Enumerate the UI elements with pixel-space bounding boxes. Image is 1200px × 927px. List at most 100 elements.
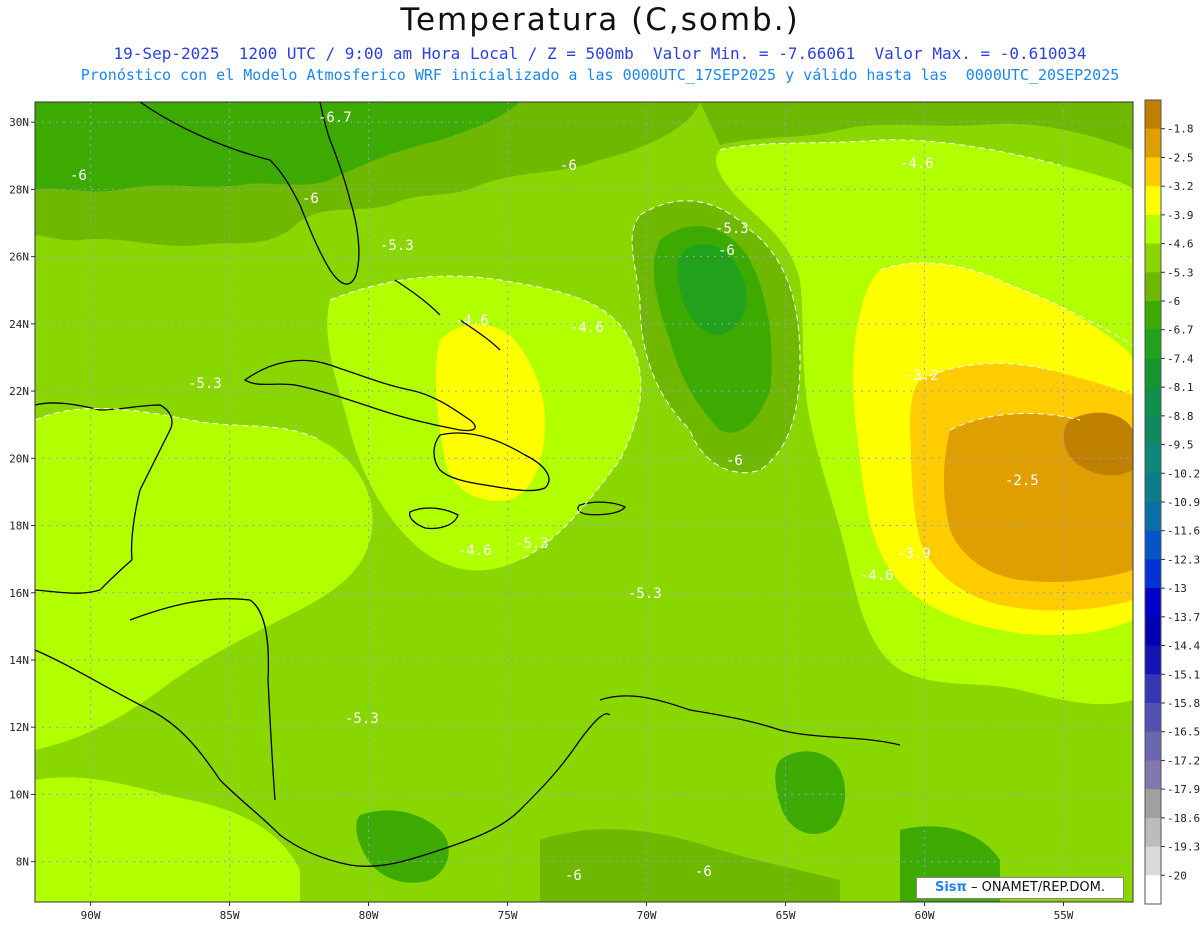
contour-label: -5.3 — [515, 536, 549, 552]
contour-label: -4.6 — [455, 313, 489, 329]
lon-label: 75W — [498, 909, 518, 922]
lat-label: 22N — [9, 385, 29, 398]
colorbar-label: -6.7 — [1167, 324, 1194, 337]
colorbar-label: -14.4 — [1167, 640, 1200, 653]
contour-label: -6 — [565, 868, 582, 884]
colorbar-swatch — [1145, 846, 1161, 876]
colorbar-swatch — [1145, 530, 1161, 560]
colorbar-swatch — [1145, 875, 1161, 905]
lat-label: 28N — [9, 183, 29, 196]
contour-label: -6 — [70, 168, 87, 184]
colorbar-swatch — [1145, 128, 1161, 158]
colorbar-label: -10.2 — [1167, 467, 1200, 480]
lat-label: 10N — [9, 788, 29, 801]
contour-label: -4.6 — [570, 320, 604, 336]
contour-label: -5.3 — [628, 586, 662, 602]
lat-label: 26N — [9, 251, 29, 264]
colorbar-swatch — [1145, 473, 1161, 503]
colorbar-label: -8.1 — [1167, 381, 1194, 394]
colorbar-swatch — [1145, 100, 1161, 130]
colorbar-label: -2.5 — [1167, 151, 1194, 164]
lon-label: 65W — [776, 909, 796, 922]
contour-label: -6 — [718, 243, 735, 259]
contour-label: -5.3 — [188, 376, 222, 392]
temperature-map: -6.7 -6 -6 -6 -4.6 -5.3 -6 -5.3 -4.6 -4.6 -5.3 -3.2… — [9, 99, 1200, 922]
colorbar-swatch — [1145, 358, 1161, 388]
colorbar-label: -17.9 — [1167, 783, 1200, 796]
colorbar-swatch — [1145, 272, 1161, 302]
colorbar-swatch — [1145, 645, 1161, 675]
lat-label: 18N — [9, 520, 29, 533]
lon-label: 90W — [81, 909, 101, 922]
colorbar-swatch — [1145, 329, 1161, 359]
contour-label: -5.3 — [715, 221, 749, 237]
lat-label: 16N — [9, 587, 29, 600]
sispi-logo: Sisπ — [934, 880, 967, 895]
colorbar: -1.8 -2.5 -3.2 -3.9 -4.6 -5.3 -6 -6.7 -7.4 -8.1 -8… — [1144, 99, 1200, 905]
temperature-field — [35, 102, 1133, 902]
colorbar-swatch — [1145, 243, 1161, 273]
colorbar-label: -12.3 — [1167, 553, 1200, 566]
colorbar-label: -18.6 — [1167, 812, 1200, 825]
lat-label: 8N — [16, 856, 29, 869]
colorbar-label: -13 — [1167, 582, 1187, 595]
colorbar-label: -20 — [1167, 869, 1187, 882]
contour-label: -5.3 — [345, 711, 379, 727]
colorbar-swatch — [1145, 674, 1161, 704]
colorbar-label: -13.7 — [1167, 611, 1200, 624]
colorbar-swatch — [1145, 559, 1161, 589]
colorbar-label: -3.9 — [1167, 209, 1194, 222]
colorbar-label: -19.3 — [1167, 841, 1200, 854]
contour-label: -4.6 — [458, 543, 492, 559]
colorbar-label: -10.9 — [1167, 496, 1200, 509]
contour-label: -3.9 — [897, 546, 931, 562]
longitude-labels: 90W 85W 80W 75W 70W 65W 60W 55W — [81, 902, 1074, 922]
colorbar-swatch — [1145, 301, 1161, 331]
lon-label: 70W — [637, 909, 657, 922]
colorbar-label: -15.8 — [1167, 697, 1200, 710]
colorbar-swatch — [1145, 760, 1161, 790]
colorbar-swatch — [1145, 444, 1161, 474]
colorbar-label: -6 — [1167, 295, 1180, 308]
lat-label: 20N — [9, 452, 29, 465]
colorbar-label: -1.8 — [1167, 123, 1194, 136]
lat-label: 24N — [9, 318, 29, 331]
lon-label: 85W — [220, 909, 240, 922]
colorbar-swatch — [1145, 703, 1161, 733]
colorbar-label: -8.8 — [1167, 410, 1194, 423]
lat-label: 30N — [9, 116, 29, 129]
contour-label: -4.6 — [900, 156, 934, 172]
colorbar-swatch — [1145, 214, 1161, 245]
colorbar-swatch — [1145, 789, 1161, 819]
contour-label: -6 — [695, 864, 712, 880]
colorbar-swatch — [1145, 387, 1161, 417]
colorbar-label: -4.6 — [1167, 238, 1194, 251]
credit-box: Sisπ – ONAMET/REP.DOM. — [916, 877, 1124, 899]
contour-label: -2.5 — [1005, 473, 1039, 489]
credit-text: – ONAMET/REP.DOM. — [970, 880, 1105, 895]
lat-label: 14N — [9, 654, 29, 667]
colorbar-swatch — [1145, 731, 1161, 761]
colorbar-label: -9.5 — [1167, 439, 1194, 452]
lon-label: 55W — [1054, 909, 1074, 922]
colorbar-swatch — [1145, 817, 1161, 848]
lon-label: 60W — [915, 909, 935, 922]
latitude-labels: 30N 28N 26N 24N 22N 20N 18N 16N 14N 12N 10N 8N — [9, 116, 35, 869]
colorbar-swatch — [1145, 616, 1161, 647]
colorbar-label: -17.2 — [1167, 754, 1200, 767]
contour-label: -6 — [560, 158, 577, 174]
contour-label: -6 — [302, 191, 319, 207]
contour-label: -6.7 — [318, 110, 352, 126]
contour-label: -4.6 — [860, 568, 894, 584]
colorbar-label: -3.2 — [1167, 180, 1194, 193]
colorbar-swatch — [1145, 502, 1161, 532]
contour-label: -6 — [726, 453, 743, 469]
contour-label: -5.3 — [380, 238, 414, 254]
lat-label: 12N — [9, 721, 29, 734]
colorbar-label: -16.5 — [1167, 726, 1200, 739]
colorbar-swatch — [1145, 588, 1161, 618]
colorbar-label: -5.3 — [1167, 266, 1194, 279]
colorbar-swatch — [1145, 415, 1161, 446]
colorbar-swatch — [1145, 157, 1161, 187]
colorbar-swatch — [1145, 186, 1161, 216]
